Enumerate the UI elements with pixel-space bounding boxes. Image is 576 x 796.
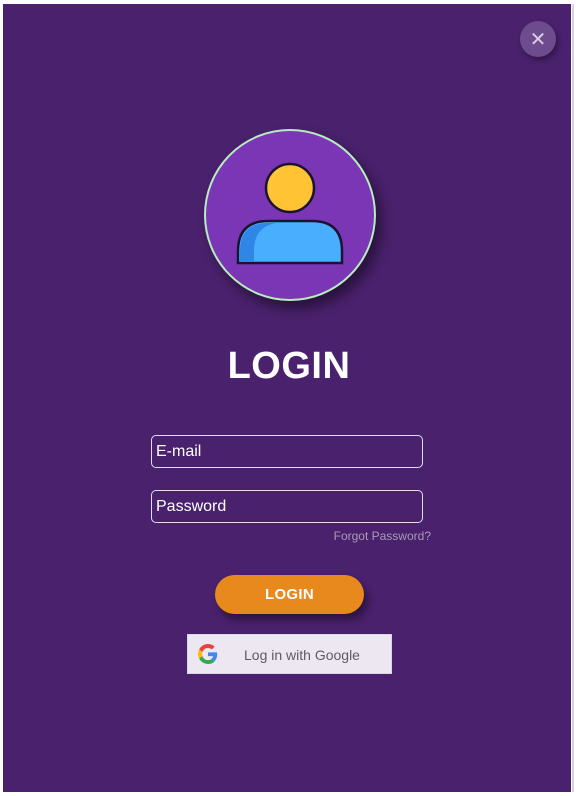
login-button-label: LOGIN xyxy=(265,586,314,603)
window-edge xyxy=(572,4,574,792)
avatar xyxy=(204,129,376,301)
login-button[interactable]: LOGIN xyxy=(215,575,364,614)
google-login-label: Log in with Google xyxy=(244,647,360,663)
close-button[interactable]: ✕ xyxy=(520,21,556,57)
email-field[interactable]: E-mail xyxy=(151,435,423,468)
window-frame: ✕ LOGIN E-mail Password Forgot Password?… xyxy=(0,0,576,796)
login-panel: ✕ LOGIN E-mail Password Forgot Password?… xyxy=(3,4,571,792)
user-icon xyxy=(236,162,344,265)
password-field[interactable]: Password xyxy=(151,490,423,523)
email-placeholder: E-mail xyxy=(156,443,202,460)
password-placeholder: Password xyxy=(156,498,227,515)
google-logo-icon xyxy=(198,644,218,664)
close-icon: ✕ xyxy=(529,27,547,51)
forgot-password-link[interactable]: Forgot Password? xyxy=(283,528,431,544)
google-login-button[interactable]: Log in with Google xyxy=(187,634,392,674)
page-title: LOGIN xyxy=(227,345,351,387)
user-head-shape xyxy=(264,162,316,214)
